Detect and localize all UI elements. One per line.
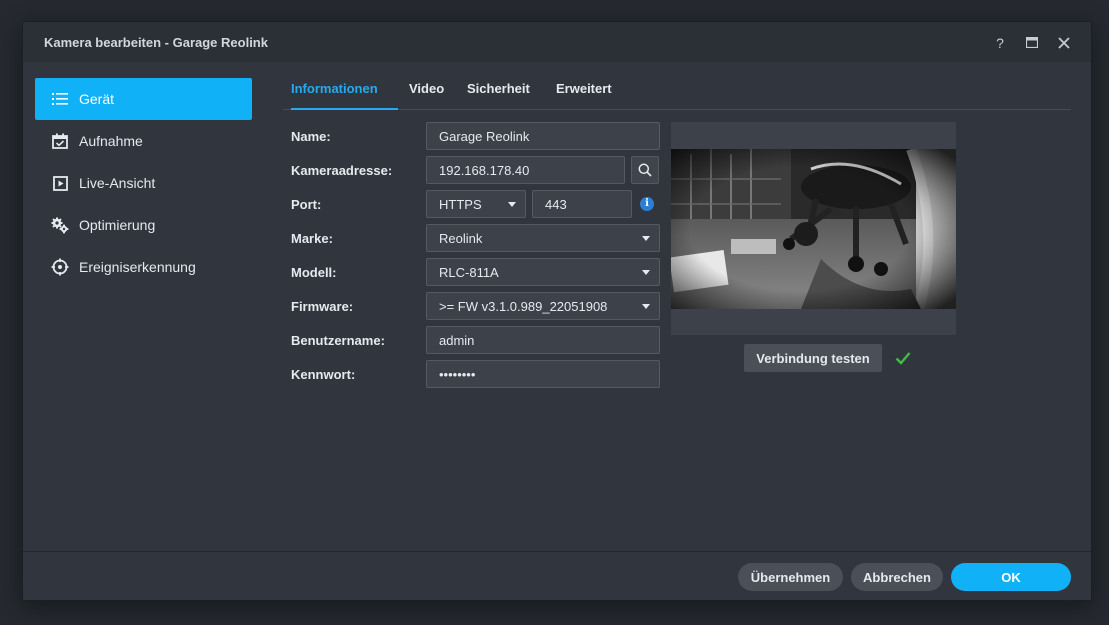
help-button[interactable]: ?	[989, 32, 1011, 54]
sidebar: Gerät Aufnahme Live-Ansicht Optimierung …	[35, 78, 252, 288]
list-icon	[51, 90, 69, 108]
sidebar-item-label: Optimierung	[79, 217, 156, 233]
protocol-select[interactable]: HTTPS	[426, 190, 526, 218]
firmware-label: Firmware:	[291, 299, 354, 314]
camera-snapshot-image	[671, 149, 956, 309]
name-label: Name:	[291, 129, 331, 144]
close-icon	[1058, 37, 1070, 49]
brand-value: Reolink	[439, 230, 483, 246]
footer-divider	[23, 551, 1091, 552]
ok-button[interactable]: OK	[951, 563, 1071, 591]
username-value: admin	[439, 332, 475, 348]
calendar-check-icon	[51, 132, 69, 150]
sidebar-item-label: Ereigniserkennung	[79, 259, 196, 275]
username-label: Benutzername:	[291, 333, 385, 348]
gears-icon	[51, 216, 69, 234]
tab-erweitert[interactable]: Erweitert	[556, 80, 612, 110]
sidebar-item-label: Live-Ansicht	[79, 175, 156, 191]
maximize-icon	[1025, 36, 1039, 49]
cancel-button[interactable]: Abbrechen	[851, 563, 943, 591]
chevron-down-icon	[642, 270, 650, 275]
protocol-value: HTTPS	[439, 196, 482, 212]
name-value: Garage Reolink	[439, 128, 530, 144]
chevron-down-icon	[508, 202, 516, 207]
firmware-value: >= FW v3.1.0.989_22051908	[439, 298, 608, 314]
brand-select[interactable]: Reolink	[426, 224, 660, 252]
info-icon[interactable]: i	[640, 197, 654, 211]
port-value: 443	[545, 196, 567, 212]
apply-button[interactable]: Übernehmen	[738, 563, 843, 591]
address-label: Kameraadresse:	[291, 163, 393, 178]
edit-camera-dialog: Kamera bearbeiten - Garage Reolink ? Ger…	[22, 21, 1092, 601]
tab-video[interactable]: Video	[409, 80, 444, 110]
brand-label: Marke:	[291, 231, 333, 246]
name-input[interactable]: Garage Reolink	[426, 122, 660, 150]
password-label: Kennwort:	[291, 367, 356, 382]
search-button[interactable]	[631, 156, 659, 184]
dialog-title: Kamera bearbeiten - Garage Reolink	[44, 35, 268, 50]
port-label: Port:	[291, 197, 322, 212]
sidebar-item-aufnahme[interactable]: Aufnahme	[35, 120, 252, 162]
chevron-down-icon	[642, 236, 650, 241]
port-input[interactable]: 443	[532, 190, 632, 218]
tab-sicherheit[interactable]: Sicherheit	[467, 80, 530, 110]
model-label: Modell:	[291, 265, 337, 280]
maximize-button[interactable]	[1021, 32, 1043, 54]
check-icon	[895, 352, 911, 365]
address-input[interactable]: 192.168.178.40	[426, 156, 625, 184]
play-box-icon	[51, 174, 69, 192]
camera-preview	[671, 122, 956, 335]
sidebar-item-label: Gerät	[79, 91, 115, 107]
password-input[interactable]: ••••••••	[426, 360, 660, 388]
firmware-select[interactable]: >= FW v3.1.0.989_22051908	[426, 292, 660, 320]
sidebar-item-ereigniserkennung[interactable]: Ereigniserkennung	[35, 246, 252, 288]
chevron-down-icon	[642, 304, 650, 309]
tab-bar: Informationen Video Sicherheit Erweitert	[283, 80, 1071, 110]
tab-informationen[interactable]: Informationen	[291, 80, 398, 110]
search-icon	[638, 163, 652, 177]
crosshair-icon	[51, 258, 69, 276]
title-bar: Kamera bearbeiten - Garage Reolink ?	[23, 22, 1091, 62]
close-button[interactable]	[1053, 32, 1075, 54]
test-connection-button[interactable]: Verbindung testen	[744, 344, 882, 372]
sidebar-item-optimierung[interactable]: Optimierung	[35, 204, 252, 246]
username-input[interactable]: admin	[426, 326, 660, 354]
address-value: 192.168.178.40	[439, 162, 530, 178]
sidebar-item-label: Aufnahme	[79, 133, 143, 149]
model-value: RLC-811A	[439, 264, 499, 280]
model-select[interactable]: RLC-811A	[426, 258, 660, 286]
password-value: ••••••••	[439, 366, 476, 382]
sidebar-item-geraet[interactable]: Gerät	[35, 78, 252, 120]
sidebar-item-live-ansicht[interactable]: Live-Ansicht	[35, 162, 252, 204]
